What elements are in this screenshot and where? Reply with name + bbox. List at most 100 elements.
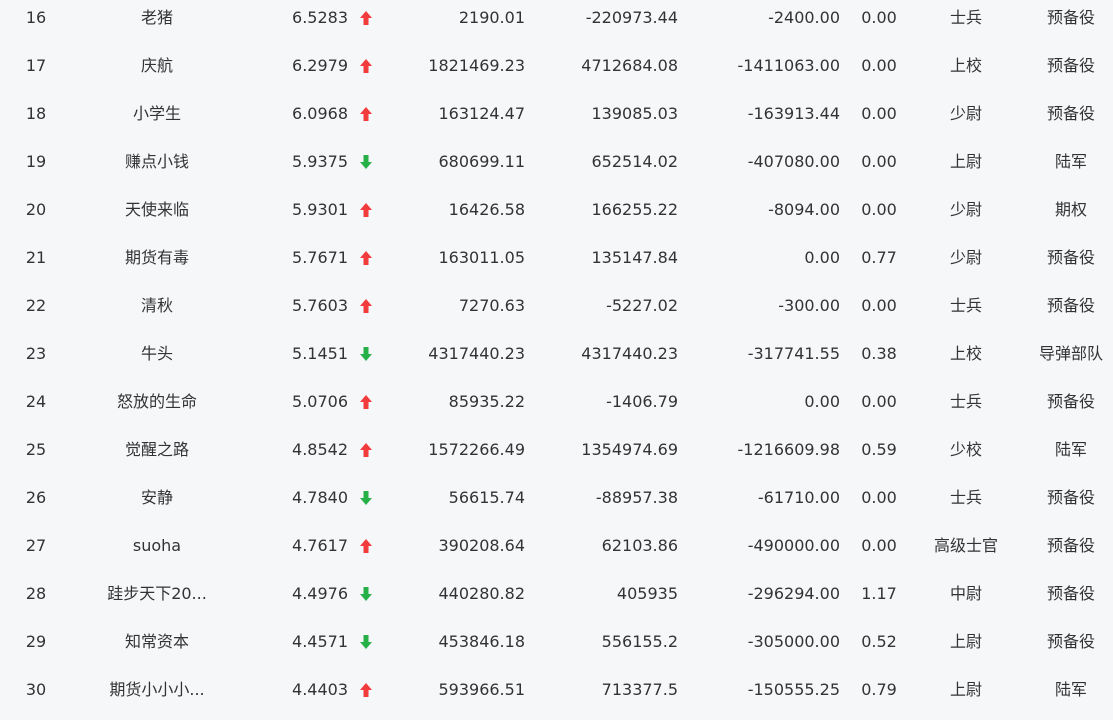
- score-cell: 4.7840: [292, 488, 348, 507]
- trader-name-cell: 安静: [140, 488, 173, 507]
- trend-indicator: [356, 624, 376, 660]
- unit-cell: 陆军: [1054, 440, 1087, 459]
- rank-cell: 22: [25, 296, 47, 315]
- table-row[interactable]: 28 跬步天下20... 4.4976 440280.82 405935 -296294.…: [0, 576, 1113, 624]
- ratio-cell: 0.00: [861, 392, 897, 411]
- table-row[interactable]: 18 小学生 6.0968 163124.47 139085.03 -163913.44 0…: [0, 96, 1113, 144]
- table-row[interactable]: 26 安静 4.7840 56615.74 -88957.38 -61710.00 0.00…: [0, 480, 1113, 528]
- trader-name-cell: 跬步天下20...: [107, 584, 207, 603]
- value1-cell: 163011.05: [438, 248, 525, 267]
- table-row[interactable]: 27 suoha 4.7617 390208.64 62103.86 -490000.00…: [0, 528, 1113, 576]
- value1-cell: 56615.74: [448, 488, 525, 507]
- military-rank-cell: 士兵: [949, 296, 982, 315]
- trader-name-cell: 期货有毒: [124, 248, 189, 267]
- rank-cell: 21: [25, 248, 47, 267]
- unit-cell: 预备役: [1046, 248, 1095, 267]
- value1-cell: 1572266.49: [428, 440, 525, 459]
- table-row[interactable]: 16 老猪 6.5283 2190.01 -220973.44 -2400.00 0.00 士…: [0, 0, 1113, 48]
- trader-name-cell: 老猪: [140, 8, 173, 27]
- ratio-cell: 0.59: [861, 440, 897, 459]
- rank-cell: 25: [25, 440, 47, 459]
- value3-cell: -407080.00: [747, 152, 840, 171]
- ratio-cell: 0.00: [861, 8, 897, 27]
- military-rank-cell: 少尉: [949, 248, 982, 267]
- value3-cell: -150555.25: [747, 680, 840, 699]
- trend-indicator: [356, 384, 376, 420]
- table-row[interactable]: 22 清秋 5.7603 7270.63 -5227.02 -300.00 0.00 士兵 预备…: [0, 288, 1113, 336]
- trend-indicator: [356, 480, 376, 516]
- arrow-down-icon: [360, 146, 372, 169]
- rank-cell: 27: [25, 536, 47, 555]
- table-row[interactable]: 29 知常资本 4.4571 453846.18 556155.2 -305000.00 0…: [0, 624, 1113, 672]
- trader-name-cell: suoha: [132, 536, 182, 555]
- value1-cell: 680699.11: [438, 152, 525, 171]
- ratio-cell: 0.00: [861, 296, 897, 315]
- arrow-up-icon: [360, 194, 372, 217]
- value2-cell: 4317440.23: [581, 344, 678, 363]
- military-rank-cell: 上校: [949, 344, 982, 363]
- trend-indicator: [356, 576, 376, 612]
- value3-cell: -61710.00: [757, 488, 840, 507]
- value2-cell: 62103.86: [601, 536, 678, 555]
- rank-cell: 28: [25, 584, 47, 603]
- value1-cell: 453846.18: [438, 632, 525, 651]
- ratio-cell: 0.00: [861, 488, 897, 507]
- trend-indicator: [356, 672, 376, 708]
- score-cell: 6.0968: [292, 104, 348, 123]
- table-row[interactable]: 30 期货小小小... 4.4403 593966.51 713377.5 -150555…: [0, 672, 1113, 720]
- score-cell: 5.1451: [292, 344, 348, 363]
- table-row[interactable]: 20 天使来临 5.9301 16426.58 166255.22 -8094.00 0.0…: [0, 192, 1113, 240]
- arrow-up-icon: [360, 98, 372, 121]
- military-rank-cell: 少尉: [949, 104, 982, 123]
- score-cell: 5.9301: [292, 200, 348, 219]
- unit-cell: 预备役: [1046, 8, 1095, 27]
- value3-cell: -300.00: [778, 296, 840, 315]
- score-cell: 5.0706: [292, 392, 348, 411]
- table-row[interactable]: 23 牛头 5.1451 4317440.23 4317440.23 -317741.55…: [0, 336, 1113, 384]
- military-rank-cell: 上尉: [949, 632, 982, 651]
- table-row[interactable]: 24 怒放的生命 5.0706 85935.22 -1406.79 0.00 0.00 士兵 预…: [0, 384, 1113, 432]
- value2-cell: -5227.02: [606, 296, 678, 315]
- value2-cell: -1406.79: [606, 392, 678, 411]
- unit-cell: 陆军: [1054, 680, 1087, 699]
- trend-indicator: [356, 288, 376, 324]
- military-rank-cell: 少尉: [949, 200, 982, 219]
- military-rank-cell: 上校: [949, 56, 982, 75]
- trader-name-cell: 牛头: [140, 344, 173, 363]
- value1-cell: 163124.47: [438, 104, 525, 123]
- arrow-down-icon: [360, 482, 372, 505]
- arrow-up-icon: [360, 50, 372, 73]
- unit-cell: 预备役: [1046, 56, 1095, 75]
- arrow-up-icon: [360, 674, 372, 697]
- ratio-cell: 0.38: [861, 344, 897, 363]
- value2-cell: 135147.84: [591, 248, 678, 267]
- table-row[interactable]: 19 赚点小钱 5.9375 680699.11 652514.02 -407080.00…: [0, 144, 1113, 192]
- value3-cell: -8094.00: [768, 200, 840, 219]
- arrow-down-icon: [360, 626, 372, 649]
- value2-cell: 713377.5: [601, 680, 678, 699]
- value3-cell: -490000.00: [747, 536, 840, 555]
- military-rank-cell: 上尉: [949, 152, 982, 171]
- value2-cell: -88957.38: [595, 488, 678, 507]
- unit-cell: 预备役: [1046, 536, 1095, 555]
- ratio-cell: 0.00: [861, 56, 897, 75]
- value1-cell: 390208.64: [438, 536, 525, 555]
- unit-cell: 预备役: [1046, 392, 1095, 411]
- table-row[interactable]: 25 觉醒之路 4.8542 1572266.49 1354974.69 -1216609…: [0, 432, 1113, 480]
- score-cell: 4.8542: [292, 440, 348, 459]
- value1-cell: 1821469.23: [428, 56, 525, 75]
- value3-cell: 0.00: [804, 248, 840, 267]
- trend-indicator: [356, 240, 376, 276]
- score-cell: 4.4403: [292, 680, 348, 699]
- score-cell: 6.5283: [292, 8, 348, 27]
- unit-cell: 期权: [1054, 200, 1087, 219]
- trend-indicator: [356, 144, 376, 180]
- rank-cell: 16: [25, 8, 47, 27]
- unit-cell: 预备役: [1046, 632, 1095, 651]
- table-row[interactable]: 17 庆航 6.2979 1821469.23 4712684.08 -1411063.0…: [0, 48, 1113, 96]
- value2-cell: 556155.2: [601, 632, 678, 651]
- table-row[interactable]: 21 期货有毒 5.7671 163011.05 135147.84 0.00 0.77 少尉…: [0, 240, 1113, 288]
- trader-name-cell: 期货小小小...: [109, 680, 205, 699]
- value2-cell: 405935: [616, 584, 678, 603]
- arrow-up-icon: [360, 434, 372, 457]
